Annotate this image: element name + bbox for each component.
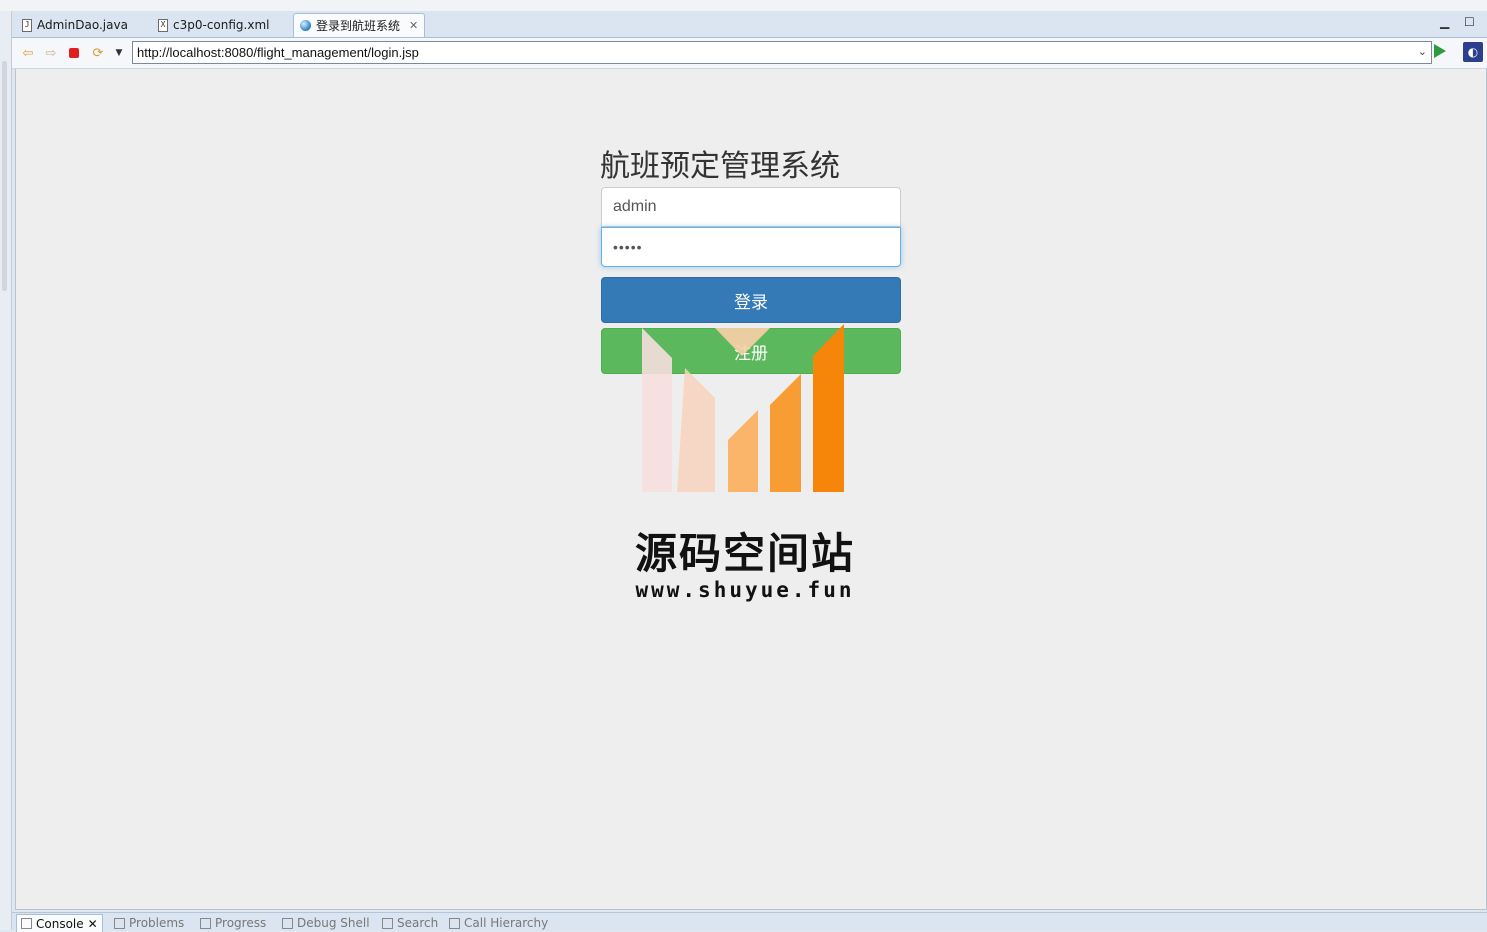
username-input[interactable] (601, 187, 901, 227)
progress-icon (200, 917, 211, 929)
tab-label: Search (397, 916, 439, 930)
editor-tab-bar: J AdminDao.java X c3p0-config.xml 登录到航班系… (12, 11, 1487, 38)
go-icon[interactable] (1434, 44, 1446, 58)
maximize-icon[interactable]: ☐ (1464, 15, 1475, 29)
page-title: 航班预定管理系统 (600, 149, 840, 184)
tab-admindao[interactable]: J AdminDao.java (16, 14, 134, 36)
tab-call-hierarchy[interactable]: Call Hierarchy (449, 916, 548, 930)
tab-label: Progress (215, 916, 267, 930)
left-scrollbar[interactable] (2, 61, 7, 291)
url-bar[interactable]: ⌄ (132, 41, 1432, 64)
bottom-view-tabs: Console ✕ Problems Progress Debug Shell … (12, 912, 1487, 932)
tab-label: Call Hierarchy (464, 916, 549, 930)
back-arrow-icon[interactable]: ⇦ (20, 45, 36, 61)
tab-problems[interactable]: Problems (114, 916, 184, 930)
search-icon (382, 917, 393, 929)
tab-progress[interactable]: Progress (200, 916, 266, 930)
login-button[interactable]: 登录 (601, 277, 901, 323)
java-file-icon: J (22, 18, 32, 32)
tab-label: AdminDao.java (37, 18, 128, 32)
debug-shell-icon (282, 917, 293, 929)
watermark-title: 源码空间站 (634, 529, 855, 578)
password-input[interactable] (601, 227, 901, 267)
tab-login-page[interactable]: 登录到航班系统 ✕ (293, 13, 426, 37)
call-hierarchy-icon (449, 917, 460, 929)
watermark-url: www.shuyue.fun (635, 578, 855, 602)
problems-icon (114, 917, 125, 929)
chevron-down-icon[interactable]: ⌄ (1418, 45, 1427, 58)
chevron-down-icon[interactable]: ▼ (111, 45, 127, 61)
browser-toolbar: ⇦ ⇨ ⟳ ▼ ⌄ ◐ (12, 38, 1487, 69)
tab-label: Problems (129, 916, 185, 930)
tab-label: Debug Shell (297, 916, 370, 930)
xml-file-icon: X (158, 18, 168, 32)
eclipse-icon[interactable]: ◐ (1463, 42, 1483, 62)
left-trim (0, 11, 12, 930)
url-input[interactable] (133, 42, 1411, 62)
globe-icon (300, 20, 311, 31)
close-icon[interactable]: ✕ (88, 917, 98, 931)
tab-c3p0-config[interactable]: X c3p0-config.xml (152, 14, 275, 36)
forward-arrow-icon[interactable]: ⇨ (43, 45, 59, 61)
register-button[interactable]: 注册 (601, 328, 901, 374)
refresh-icon[interactable]: ⟳ (90, 45, 106, 61)
close-icon[interactable]: ✕ (409, 19, 418, 32)
tab-label: Console (36, 916, 84, 931)
tab-debug-shell[interactable]: Debug Shell (282, 916, 370, 930)
tab-console[interactable]: Console ✕ (16, 914, 103, 932)
minimize-icon[interactable]: ▁ (1440, 15, 1449, 29)
console-icon (21, 918, 32, 929)
tab-search[interactable]: Search (382, 916, 438, 930)
tab-label: c3p0-config.xml (173, 18, 270, 32)
tab-label: 登录到航班系统 (316, 19, 401, 33)
stop-icon[interactable] (66, 45, 82, 61)
